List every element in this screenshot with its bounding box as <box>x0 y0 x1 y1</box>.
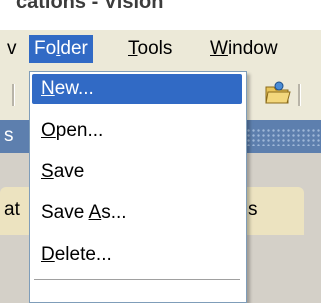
menu-item-open-mnemonic: O <box>41 120 56 141</box>
menu-window-label-post: indow <box>227 38 278 59</box>
menu-bar: v Folder Tools Window <box>0 30 321 68</box>
menu-item-delete[interactable]: Delete... <box>32 240 242 270</box>
toolbar-separator <box>298 84 301 106</box>
menu-view[interactable]: v <box>2 35 22 63</box>
menu-item-save-mnemonic: S <box>41 161 54 182</box>
tab-left-label: at <box>4 199 20 220</box>
folder-menu-dropdown: New... Open... Save Save As... Delete... <box>29 71 247 303</box>
menu-item-new-post: ew... <box>54 78 94 99</box>
menu-item-save-as-pre: Save <box>41 202 89 223</box>
menu-folder-label-post: der <box>60 38 88 59</box>
menu-tools-label-post: ools <box>137 38 173 59</box>
tab-right[interactable]: s <box>240 187 304 235</box>
menu-item-new[interactable]: New... <box>32 74 242 104</box>
menu-item-delete-mnemonic: D <box>41 244 55 265</box>
menu-separator <box>34 279 240 280</box>
menu-item-new-mnemonic: N <box>41 78 55 99</box>
region-header-label: s <box>4 125 14 146</box>
menu-folder-label-pre: Fo <box>34 38 57 59</box>
toolbar-separator <box>12 84 15 106</box>
menu-item-delete-post: elete... <box>54 244 112 265</box>
menu-window-label-mnemonic: W <box>210 38 228 59</box>
tab-right-label: s <box>248 199 258 220</box>
menu-folder[interactable]: Folder <box>29 35 93 63</box>
menu-item-save-as-mnemonic: A <box>88 202 102 223</box>
menu-item-save-as[interactable]: Save As... <box>32 198 242 228</box>
region-header-pattern <box>246 128 321 146</box>
window-title: cations - Vision <box>16 0 164 13</box>
menu-item-save-post: ave <box>53 161 85 182</box>
folder-icon[interactable] <box>262 78 292 108</box>
menu-item-open[interactable]: Open... <box>32 116 242 146</box>
menu-item-open-post: pen... <box>55 120 104 141</box>
menu-item-save[interactable]: Save <box>32 157 242 187</box>
window-titlebar: cations - Vision <box>0 0 321 30</box>
menu-tools[interactable]: Tools <box>123 35 177 63</box>
menu-item-save-as-post: s... <box>101 202 127 223</box>
menu-tools-label-mnemonic: T <box>128 38 138 59</box>
menu-window[interactable]: Window <box>205 35 283 63</box>
menu-view-label: v <box>7 38 17 59</box>
